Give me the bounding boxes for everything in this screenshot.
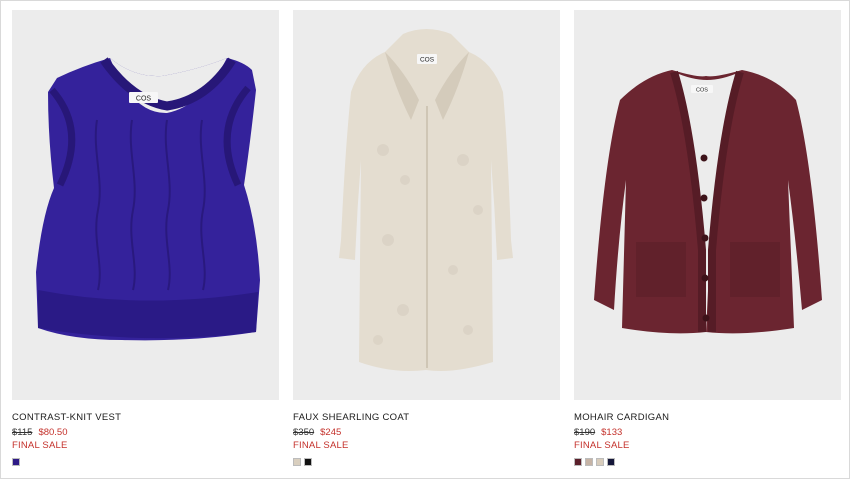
product-card[interactable]: COS MOHAIR CARDIGAN $190 $133 FINAL SALE xyxy=(574,10,841,466)
brand-label-text: COS xyxy=(420,57,435,64)
original-price: $190 xyxy=(574,427,596,438)
product-card[interactable]: COS FAUX SHEARLING COAT $350 $245 FINAL S… xyxy=(293,10,560,466)
product-image-cardigan[interactable]: COS xyxy=(574,10,841,400)
original-price: $350 xyxy=(293,427,315,438)
cardigan-illustration: COS xyxy=(594,70,822,334)
product-price: $350 $245 xyxy=(293,427,560,439)
vest-illustration: COS xyxy=(36,57,260,341)
sale-price: $133 xyxy=(601,427,623,438)
color-swatch[interactable] xyxy=(574,458,582,466)
product-card[interactable]: COS CONTRAST-KNIT VEST $115 $80.50 FINAL … xyxy=(12,10,279,466)
color-swatch[interactable] xyxy=(585,458,593,466)
product-name[interactable]: FAUX SHEARLING COAT xyxy=(293,412,560,424)
color-swatches xyxy=(12,458,279,466)
product-name[interactable]: MOHAIR CARDIGAN xyxy=(574,412,841,424)
sale-price: $80.50 xyxy=(38,427,68,438)
product-image-coat[interactable]: COS xyxy=(293,10,560,400)
brand-label-text: COS xyxy=(696,88,708,94)
final-sale-badge: FINAL SALE xyxy=(574,440,630,451)
product-grid: COS CONTRAST-KNIT VEST $115 $80.50 FINAL … xyxy=(12,10,841,466)
original-price: $115 xyxy=(12,427,33,438)
product-image-vest[interactable]: COS xyxy=(12,10,279,400)
color-swatch[interactable] xyxy=(596,458,604,466)
final-sale-badge: FINAL SALE xyxy=(293,440,349,451)
color-swatches xyxy=(293,458,560,466)
color-swatches xyxy=(574,458,841,466)
color-swatch[interactable] xyxy=(12,458,20,466)
brand-label-text: COS xyxy=(136,96,152,103)
color-swatch[interactable] xyxy=(293,458,301,466)
color-swatch[interactable] xyxy=(607,458,615,466)
color-swatch[interactable] xyxy=(304,458,312,466)
product-price: $190 $133 xyxy=(574,427,841,439)
final-sale-badge: FINAL SALE xyxy=(12,440,68,451)
product-name[interactable]: CONTRAST-KNIT VEST xyxy=(12,412,279,424)
product-price: $115 $80.50 xyxy=(12,427,279,439)
coat-illustration: COS xyxy=(339,29,513,371)
sale-price: $245 xyxy=(320,427,342,438)
